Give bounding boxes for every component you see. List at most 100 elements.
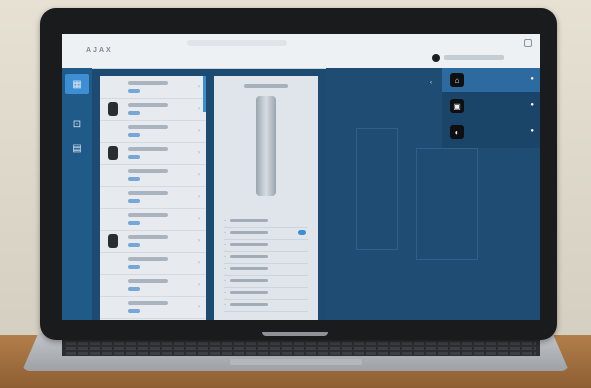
chevron-right-icon: › [198,172,200,178]
hub-item-3[interactable]: ◐ ● [442,120,540,144]
device-property-row[interactable]: ◦ [224,228,308,240]
address-bar[interactable] [187,40,287,46]
device-thumbnail [108,234,118,248]
chevron-right-icon: › [198,282,200,288]
chevron-right-icon: › [198,194,200,200]
property-label [230,255,268,258]
hub-avatar: ▣ [450,99,464,113]
notifications-icon: ▤ [72,142,82,154]
device-row[interactable]: › [100,274,206,297]
top-bar: AJAX [62,34,540,69]
property-label [230,219,268,222]
device-property-row[interactable]: ◦ [224,288,308,300]
device-row[interactable]: › [100,120,206,143]
hub-avatar: ◐ [450,125,464,139]
device-row[interactable]: › [100,76,206,99]
key-row [66,352,536,355]
device-row[interactable]: › [100,186,206,209]
nav-item-notifications[interactable]: ▤ [65,138,89,158]
device-name [128,235,168,239]
account-avatar[interactable] [432,54,440,62]
chevron-right-icon: › [198,84,200,90]
chevron-right-icon: › [198,216,200,222]
property-icon: ◦ [224,218,226,224]
room-door [356,128,398,250]
device-image [256,96,276,196]
device-status [128,309,140,313]
hinge [262,332,328,336]
chevron-right-icon: › [198,128,200,134]
property-label [230,267,268,270]
key-row [66,342,536,345]
device-list: › › › › › › › › › › › [100,76,206,320]
device-title [244,84,288,88]
device-property-row[interactable]: ◦ [224,300,308,312]
menu-icon[interactable] [524,39,532,47]
property-toggle[interactable] [298,230,306,235]
device-row[interactable]: › [100,208,206,231]
property-icon: ◦ [224,254,226,260]
device-name [128,279,168,283]
device-property-row[interactable]: ◦ [224,276,308,288]
hub-item-2[interactable]: ▣ ● [442,94,540,118]
account-name[interactable] [444,55,504,60]
device-name [128,213,168,217]
property-icon: ◦ [224,278,226,284]
app-screen: AJAX ▦ ⊡ ▤ › › › › › › › › › › › ◦ ◦ ◦ ◦ ◦ ◦ ◦ ◦ ‹ ⌂ ● ▣ [62,34,540,320]
property-icon: ◦ [224,302,226,308]
hub-dropdown: ⌂ ● ▣ ● ◐ ● [442,68,540,148]
chevron-right-icon: › [198,150,200,156]
property-icon: ◦ [224,230,226,236]
device-name [128,191,168,195]
device-property-row[interactable]: ◦ [224,216,308,228]
device-status [128,287,140,291]
devices-icon: ▦ [72,78,82,90]
device-row[interactable]: › [100,164,206,187]
device-row[interactable]: › [100,230,206,253]
status-dot-icon: ● [530,102,534,108]
selected-indicator-icon: ● [530,76,534,82]
device-detail-panel: ◦ ◦ ◦ ◦ ◦ ◦ ◦ ◦ [214,76,318,320]
property-label [230,279,268,282]
property-icon: ◦ [224,290,226,296]
device-status [128,221,140,225]
nav-item-devices[interactable]: ▦ [65,74,89,94]
hub-item-1[interactable]: ⌂ ● [442,68,540,92]
device-thumbnail [108,102,118,116]
device-status [128,265,140,269]
device-name [128,257,168,261]
chevron-right-icon: › [198,304,200,310]
device-name [128,169,168,173]
device-name [128,147,168,151]
key-row [66,347,536,350]
device-list-scrollbar[interactable] [203,76,206,112]
keyboard [62,340,540,356]
device-row[interactable]: › [100,296,206,319]
property-label [230,243,268,246]
chevron-right-icon: › [198,106,200,112]
device-status [128,133,140,137]
hub-avatar: ⌂ [450,73,464,87]
left-nav: ▦ ⊡ ▤ [62,68,92,320]
chevron-right-icon: › [198,260,200,266]
device-status [128,199,140,203]
device-property-row[interactable]: ◦ [224,240,308,252]
device-status [128,243,140,247]
device-property-row[interactable]: ◦ [224,264,308,276]
app-logo: AJAX [86,47,113,54]
trackpad [230,359,362,365]
room-cabinet [416,148,478,260]
device-name [128,103,168,107]
device-name [128,125,168,129]
chevron-left-icon[interactable]: ‹ [430,80,432,86]
nav-item-rooms[interactable]: ⊡ [65,114,89,134]
device-name [128,81,168,85]
device-property-row[interactable]: ◦ [224,252,308,264]
property-label [230,303,268,306]
property-label [230,231,268,234]
device-status [128,111,140,115]
device-row[interactable]: › [100,142,206,165]
device-name [128,301,168,305]
device-row[interactable]: › [100,252,206,275]
device-row[interactable]: › [100,98,206,121]
